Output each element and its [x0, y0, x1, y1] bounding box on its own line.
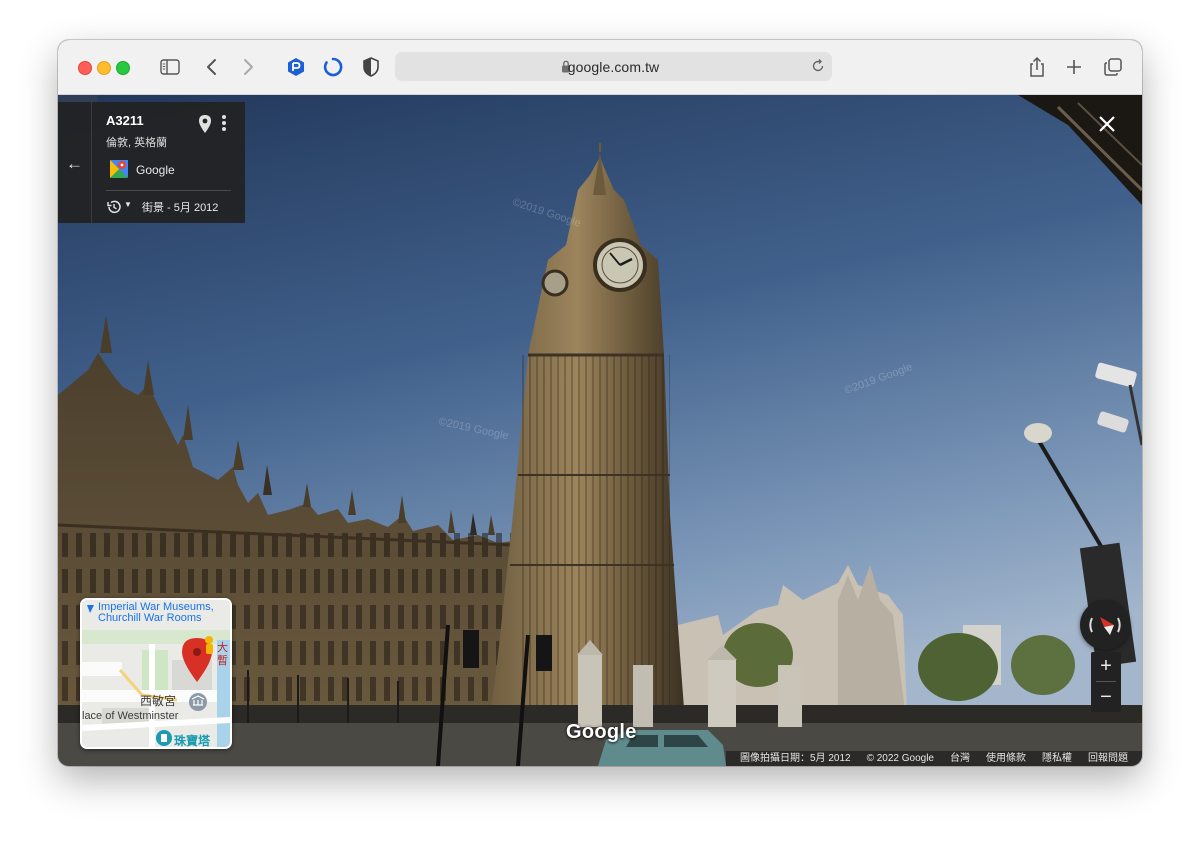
- map-label-palace-zh: 西敏宮: [140, 694, 177, 708]
- location-info-panel: ← A3211 倫敦, 英格蘭 Google ▼ 街景 - 5月 2012: [58, 102, 245, 223]
- zoom-out-button[interactable]: −: [1091, 683, 1121, 712]
- map-label-tower: 珠寶塔: [174, 734, 211, 748]
- zoom-window-button[interactable]: [116, 61, 130, 75]
- terms-link[interactable]: 使用條款: [986, 751, 1026, 766]
- image-source-label[interactable]: Google: [136, 163, 175, 177]
- pin-icon[interactable]: [198, 114, 212, 139]
- google-maps-icon: [110, 160, 128, 178]
- close-window-button[interactable]: [78, 61, 92, 75]
- region-link[interactable]: 台灣: [950, 751, 970, 766]
- reload-icon[interactable]: [810, 58, 826, 79]
- extension-hex-icon[interactable]: [284, 55, 308, 79]
- new-tab-icon[interactable]: [1062, 55, 1086, 79]
- close-street-view-button[interactable]: [1096, 113, 1118, 135]
- history-clock-icon[interactable]: [106, 199, 122, 220]
- compass-icon: [1089, 617, 1121, 635]
- sidebar-icon[interactable]: [158, 55, 182, 79]
- browser-window: google.com.tw ©2019 Google ©2019 Google …: [58, 40, 1142, 766]
- capture-date: 圖像拍攝日期：5月 2012: [739, 753, 851, 764]
- attribution-footer: 圖像拍攝日期：5月 2012 © 2022 Google 台灣 使用條款 隱私權…: [725, 751, 1142, 766]
- mini-map[interactable]: Imperial War Museums, Churchill War Room…: [80, 598, 232, 749]
- minimize-window-button[interactable]: [97, 61, 111, 75]
- map-label-palace-en: lace of Westminster: [82, 710, 179, 722]
- privacy-link[interactable]: 隱私權: [1042, 751, 1072, 766]
- close-icon: [1099, 116, 1115, 132]
- address-bar[interactable]: google.com.tw: [395, 52, 832, 81]
- compass-control[interactable]: [1080, 600, 1130, 650]
- url-text: google.com.tw: [567, 59, 660, 75]
- place-title: A3211: [106, 113, 144, 128]
- back-to-map-button[interactable]: ←: [58, 102, 92, 223]
- loading-ring-icon[interactable]: [321, 55, 345, 79]
- zoom-control: + −: [1091, 652, 1121, 712]
- place-subtitle: 倫敦, 英格蘭: [106, 137, 168, 149]
- more-options-icon[interactable]: [221, 114, 227, 137]
- privacy-shield-icon[interactable]: [359, 55, 383, 79]
- share-icon[interactable]: [1025, 55, 1049, 79]
- panel-divider: [106, 190, 231, 191]
- map-label-partial: 大: [217, 642, 228, 654]
- zoom-separator: [1096, 681, 1116, 682]
- copyright: © 2022 Google: [866, 753, 934, 764]
- back-arrow-icon: ←: [66, 154, 83, 173]
- map-label-partial: 暫: [217, 655, 228, 667]
- caret-down-icon[interactable]: ▼: [124, 200, 132, 209]
- map-label-museum: Churchill War Rooms: [98, 612, 202, 624]
- browser-toolbar: google.com.tw: [58, 40, 1142, 95]
- forward-icon[interactable]: [236, 55, 260, 79]
- google-logo: Google: [566, 721, 637, 743]
- report-link[interactable]: 回報問題: [1088, 751, 1128, 766]
- back-icon[interactable]: [200, 55, 224, 79]
- tab-overview-icon[interactable]: [1101, 55, 1125, 79]
- zoom-in-button[interactable]: +: [1091, 652, 1121, 681]
- street-view-panorama[interactable]: ©2019 Google ©2019 Google ©2019 Google ←…: [58, 95, 1142, 766]
- history-date-label[interactable]: 街景 - 5月 2012: [142, 199, 218, 215]
